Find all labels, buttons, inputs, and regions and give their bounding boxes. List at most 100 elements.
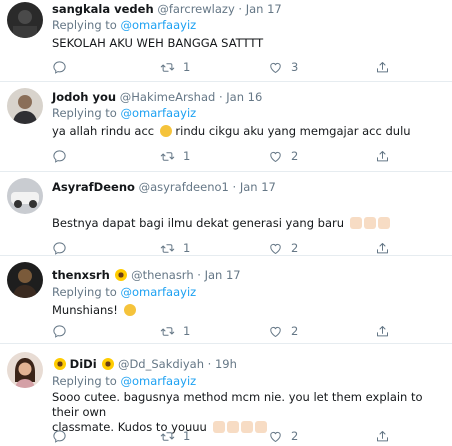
timestamp[interactable]: 19h: [215, 357, 237, 371]
replying-label: Replying to: [52, 18, 117, 32]
user-handle[interactable]: @HakimeArshad: [120, 90, 216, 104]
tweet[interactable]: Jodoh you @HakimeArshad · Jan 16 Replyin…: [0, 82, 452, 172]
like-button[interactable]: 2: [268, 240, 298, 256]
tweet-actions: 1 3: [52, 59, 397, 75]
share-icon: [375, 324, 390, 339]
retweet-count: 1: [183, 149, 191, 163]
retweet-icon: [160, 324, 175, 339]
replying-to: Replying to @omarfaayiz: [52, 106, 196, 120]
replying-label: Replying to: [52, 374, 117, 388]
tweet[interactable]: sangkala vedeh @farcrewlazy · Jan 17 Rep…: [0, 0, 452, 82]
crying-emoji: [159, 125, 172, 137]
clapping-hands-emoji: [349, 217, 362, 229]
user-handle[interactable]: @asyrafdeeno1: [139, 180, 229, 194]
like-count: 2: [291, 324, 299, 338]
like-button[interactable]: 2: [268, 323, 298, 339]
tweet[interactable]: thenxsrh @thenasrh · Jan 17 Replying to …: [0, 256, 452, 344]
retweet-icon: [160, 241, 175, 256]
like-icon: [268, 241, 283, 256]
avatar[interactable]: [7, 262, 43, 298]
timestamp[interactable]: Jan 16: [226, 90, 262, 104]
retweet-button[interactable]: 1: [160, 148, 190, 164]
like-icon: [268, 149, 283, 164]
reply-button[interactable]: [52, 428, 67, 444]
tweet-actions: 1 2: [52, 428, 397, 444]
share-button[interactable]: [375, 59, 390, 75]
tweet-text-part: rindu cikgu aku yang memgajar acc dulu: [175, 124, 411, 138]
separator-dot: ·: [238, 2, 243, 16]
share-button[interactable]: [375, 240, 390, 256]
tweet[interactable]: AsyrafDeeno @asyrafdeeno1 · Jan 17 Bestn…: [0, 172, 452, 256]
retweet-icon: [160, 149, 175, 164]
user-handle[interactable]: @Dd_Sakdiyah: [118, 357, 204, 371]
replying-to: Replying to @omarfaayiz: [52, 285, 196, 299]
mention-link[interactable]: @omarfaayiz: [121, 106, 197, 120]
retweet-button[interactable]: 1: [160, 323, 190, 339]
tweet-header: AsyrafDeeno @asyrafdeeno1 · Jan 17: [52, 180, 276, 194]
share-icon: [375, 429, 390, 444]
user-handle[interactable]: @thenasrh: [131, 268, 194, 282]
reply-button[interactable]: [52, 148, 67, 164]
like-button[interactable]: 2: [268, 148, 298, 164]
tweet-header: sangkala vedeh @farcrewlazy · Jan 17: [52, 2, 282, 16]
replying-to: Replying to @omarfaayiz: [52, 18, 196, 32]
mention-link[interactable]: @omarfaayiz: [121, 18, 197, 32]
reply-button[interactable]: [52, 240, 67, 256]
share-button[interactable]: [375, 323, 390, 339]
tweet-text: Munshians!: [52, 303, 444, 318]
reply-icon: [52, 241, 67, 256]
reply-button[interactable]: [52, 323, 67, 339]
user-name[interactable]: DiDi: [70, 357, 97, 371]
separator-dot: ·: [197, 268, 201, 282]
share-icon: [375, 241, 390, 256]
tweet-text-part: ya allah rindu acc: [52, 124, 155, 138]
replying-to: Replying to @omarfaayiz: [52, 374, 196, 388]
retweet-icon: [160, 60, 175, 75]
mention-link[interactable]: @omarfaayiz: [121, 285, 197, 299]
retweet-button[interactable]: 1: [160, 59, 190, 75]
replying-label: Replying to: [52, 106, 117, 120]
like-count: 2: [291, 429, 299, 443]
user-name[interactable]: sangkala vedeh: [52, 2, 154, 16]
like-count: 2: [291, 149, 299, 163]
reply-icon: [52, 149, 67, 164]
share-button[interactable]: [375, 148, 390, 164]
share-button[interactable]: [375, 428, 390, 444]
retweet-button[interactable]: 1: [160, 240, 190, 256]
retweet-count: 1: [183, 60, 191, 74]
tweet-actions: 1 2: [52, 323, 397, 339]
avatar[interactable]: [7, 178, 43, 214]
avatar[interactable]: [7, 352, 43, 388]
timestamp[interactable]: Jan 17: [240, 180, 276, 194]
replying-label: Replying to: [52, 285, 117, 299]
like-count: 3: [291, 60, 299, 74]
tweet-text: Bestnya dapat bagi ilmu dekat generasi y…: [52, 216, 444, 231]
reply-button[interactable]: [52, 59, 67, 75]
retweet-button[interactable]: 1: [160, 428, 190, 444]
user-name[interactable]: thenxsrh: [52, 268, 110, 282]
like-icon: [268, 60, 283, 75]
tweet-text: ya allah rindu acc rindu cikgu aku yang …: [52, 124, 444, 139]
tweet-text-part: Bestnya dapat bagi ilmu dekat generasi y…: [52, 216, 345, 230]
reply-icon: [52, 324, 67, 339]
retweet-count: 1: [183, 324, 191, 338]
avatar[interactable]: [7, 2, 43, 38]
timestamp[interactable]: Jan 17: [205, 268, 241, 282]
user-name[interactable]: Jodoh you: [52, 90, 116, 104]
retweet-count: 1: [183, 241, 191, 255]
avatar[interactable]: [7, 88, 43, 124]
like-button[interactable]: 3: [268, 59, 298, 75]
smiling-emoji: [123, 304, 136, 316]
separator-dot: ·: [207, 357, 212, 371]
user-handle[interactable]: @farcrewlazy: [157, 2, 234, 16]
tweet-header: Jodoh you @HakimeArshad · Jan 16: [52, 90, 262, 104]
user-name[interactable]: AsyrafDeeno: [52, 180, 135, 194]
timestamp[interactable]: Jan 17: [246, 2, 282, 16]
retweet-icon: [160, 429, 175, 444]
tweet-text-line: Sooo cutee. bagusnya method mcm nie. you…: [52, 390, 423, 419]
mention-link[interactable]: @omarfaayiz: [121, 374, 197, 388]
tweet-header: DiDi @Dd_Sakdiyah · 19h: [52, 357, 237, 371]
retweet-count: 1: [183, 429, 191, 443]
tweet[interactable]: DiDi @Dd_Sakdiyah · 19h Replying to @oma…: [0, 344, 452, 446]
like-button[interactable]: 2: [268, 428, 298, 444]
